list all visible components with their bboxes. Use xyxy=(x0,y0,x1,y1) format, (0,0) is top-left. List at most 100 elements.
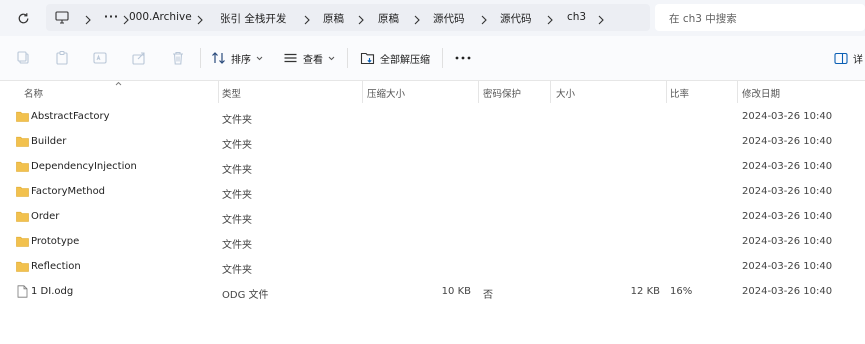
chevron-right-icon xyxy=(547,15,553,25)
table-row[interactable]: Reflection 文件夹 2024-03-26 10:40 xyxy=(0,255,865,280)
folder-icon xyxy=(16,186,29,197)
file-ratio: 16% xyxy=(670,286,693,297)
chevron-right-icon xyxy=(358,15,364,25)
breadcrumb-item[interactable]: 张引 全栈开发 xyxy=(220,11,286,26)
file-list: AbstractFactory 文件夹 2024-03-26 10:40 Bui… xyxy=(0,105,865,305)
column-header-password[interactable]: 密码保护 xyxy=(483,86,521,100)
column-header-name[interactable]: 名称 xyxy=(24,86,43,100)
share-icon[interactable] xyxy=(131,50,147,66)
rename-icon[interactable] xyxy=(92,50,108,66)
file-type: 文件夹 xyxy=(222,265,252,276)
breadcrumb: ··· 000.Archive 张引 全栈开发 原稿 原稿 源代码 源代码 ch… xyxy=(46,4,650,31)
file-type: 文件夹 xyxy=(222,115,252,126)
chevron-right-icon xyxy=(414,15,420,25)
file-modified: 2024-03-26 10:40 xyxy=(742,186,833,197)
file-modified: 2024-03-26 10:40 xyxy=(742,286,833,297)
toolbar-divider xyxy=(442,48,443,68)
column-divider[interactable] xyxy=(550,81,551,103)
chevron-right-icon xyxy=(197,15,203,25)
file-name: 1 DI.odg xyxy=(31,286,74,297)
toolbar-divider xyxy=(200,48,201,68)
paste-icon[interactable] xyxy=(54,50,70,66)
table-row[interactable]: Prototype 文件夹 2024-03-26 10:40 xyxy=(0,230,865,255)
file-modified: 2024-03-26 10:40 xyxy=(742,211,833,222)
extract-zip-icon xyxy=(360,52,375,65)
column-divider[interactable] xyxy=(218,81,219,103)
refresh-icon xyxy=(18,12,28,23)
column-header-row: 名称 类型 压缩大小 密码保护 大小 比率 修改日期 xyxy=(0,81,865,103)
search-box[interactable]: 在 ch3 中搜索 xyxy=(655,4,865,31)
file-modified: 2024-03-26 10:40 xyxy=(742,261,833,272)
column-divider[interactable] xyxy=(478,81,479,103)
command-bar: 排序 查看 全部解压缩 详 xyxy=(0,36,865,81)
more-crumbs-button[interactable]: ··· xyxy=(104,11,119,23)
details-pane-icon xyxy=(834,52,848,64)
breadcrumb-item[interactable]: 000.Archive xyxy=(129,11,192,23)
file-modified: 2024-03-26 10:40 xyxy=(742,111,833,122)
table-row[interactable]: Order 文件夹 2024-03-26 10:40 xyxy=(0,205,865,230)
file-icon xyxy=(17,285,28,298)
more-icon xyxy=(455,56,471,60)
chevron-down-icon xyxy=(328,56,335,60)
file-type: ODG 文件 xyxy=(222,290,269,301)
view-button[interactable]: 查看 xyxy=(283,48,335,68)
file-password: 否 xyxy=(483,290,493,301)
column-header-modified[interactable]: 修改日期 xyxy=(742,86,780,100)
refresh-button[interactable] xyxy=(13,8,33,28)
column-divider[interactable] xyxy=(737,81,738,103)
file-type: 文件夹 xyxy=(222,190,252,201)
file-name: Builder xyxy=(31,136,67,147)
details-pane-button[interactable]: 详 xyxy=(834,48,863,68)
folder-icon xyxy=(16,261,29,272)
view-label: 查看 xyxy=(303,54,323,66)
table-row[interactable]: 1 DI.odg ODG 文件 10 KB 否 12 KB 16% 2024-0… xyxy=(0,280,865,305)
file-name: DependencyInjection xyxy=(31,161,137,172)
breadcrumb-item[interactable]: 源代码 xyxy=(433,11,465,26)
extract-all-label: 全部解压缩 xyxy=(380,54,430,66)
file-type: 文件夹 xyxy=(222,140,252,151)
breadcrumb-item[interactable]: 原稿 xyxy=(323,11,344,26)
folder-icon xyxy=(16,136,29,147)
column-header-ratio[interactable]: 比率 xyxy=(670,86,689,100)
file-name: AbstractFactory xyxy=(31,111,110,122)
column-divider[interactable] xyxy=(666,81,667,103)
column-header-type[interactable]: 类型 xyxy=(222,86,241,100)
search-placeholder: 在 ch3 中搜索 xyxy=(669,13,737,25)
toolbar-divider xyxy=(347,48,348,68)
breadcrumb-item[interactable]: 源代码 xyxy=(500,11,532,26)
table-row[interactable]: DependencyInjection 文件夹 2024-03-26 10:40 xyxy=(0,155,865,180)
address-bar: ··· 000.Archive 张引 全栈开发 原稿 原稿 源代码 源代码 ch… xyxy=(0,0,865,36)
file-name: Prototype xyxy=(31,236,80,247)
table-row[interactable]: AbstractFactory 文件夹 2024-03-26 10:40 xyxy=(0,105,865,130)
table-row[interactable]: Builder 文件夹 2024-03-26 10:40 xyxy=(0,130,865,155)
view-list-icon xyxy=(284,53,297,63)
folder-icon xyxy=(16,161,29,172)
column-header-size[interactable]: 大小 xyxy=(556,86,575,100)
copy-icon[interactable] xyxy=(16,50,32,66)
breadcrumb-item[interactable]: 原稿 xyxy=(378,11,399,26)
file-modified: 2024-03-26 10:40 xyxy=(742,136,833,147)
file-size: 12 KB xyxy=(630,286,660,297)
table-row[interactable]: FactoryMethod 文件夹 2024-03-26 10:40 xyxy=(0,180,865,205)
sort-button[interactable]: 排序 xyxy=(211,48,263,68)
chevron-right-icon xyxy=(481,15,487,25)
column-header-compressed-size[interactable]: 压缩大小 xyxy=(367,86,405,100)
chevron-down-icon xyxy=(256,56,263,60)
sort-ascending-icon xyxy=(115,81,122,86)
pc-icon[interactable] xyxy=(55,11,69,27)
chevron-right-icon[interactable] xyxy=(597,14,605,26)
column-divider[interactable] xyxy=(362,81,363,103)
file-name: FactoryMethod xyxy=(31,186,106,197)
sort-label: 排序 xyxy=(231,54,251,66)
file-type: 文件夹 xyxy=(222,215,252,226)
delete-icon[interactable] xyxy=(170,50,186,66)
details-label: 详 xyxy=(853,54,863,66)
folder-icon xyxy=(16,211,29,222)
extract-all-button[interactable]: 全部解压缩 xyxy=(360,48,430,68)
file-name: Reflection xyxy=(31,261,81,272)
file-compressed-size: 10 KB xyxy=(441,286,471,297)
chevron-right-icon xyxy=(304,15,310,25)
breadcrumb-item-current[interactable]: ch3 xyxy=(567,11,586,23)
chevron-right-icon xyxy=(85,15,91,25)
more-options-button[interactable] xyxy=(455,48,471,68)
